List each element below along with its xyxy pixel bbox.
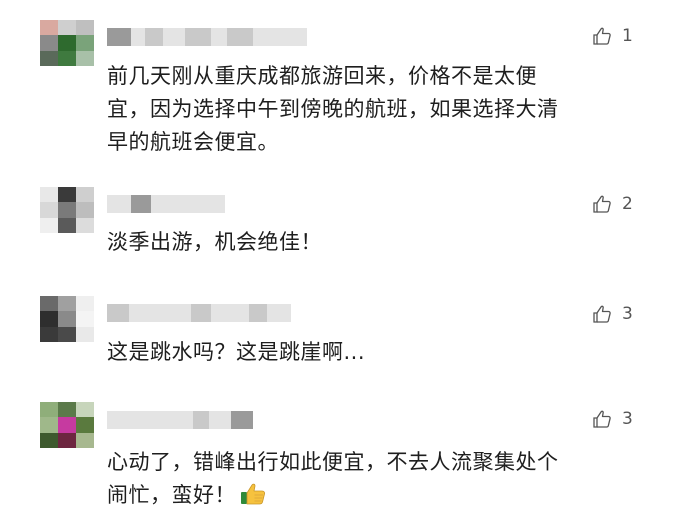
like-count: 3 [622,409,633,429]
avatar-tile [58,187,76,203]
avatar-tile [40,311,58,327]
avatar-tile [40,326,58,342]
avatar-tile [76,432,94,448]
avatar-tile [40,202,58,218]
avatar[interactable] [40,20,94,66]
comment-text: 这是跳水吗？这是跳崖啊... [107,336,627,369]
avatar[interactable] [40,296,94,342]
avatar-tile [76,187,94,203]
avatar-tile [76,202,94,218]
comment-text: 心动了，错峰出行如此便宜，不去人流聚集处个 闹忙，蛮好！ [107,446,627,516]
comment-text: 淡季出游，机会绝佳！ [107,226,627,259]
thumbs-up-icon [592,409,612,429]
like-button[interactable]: 3 [592,302,633,326]
avatar-tile [40,187,58,203]
username-blurred[interactable] [107,192,225,216]
avatar[interactable] [40,187,94,233]
avatar-tile [58,217,76,233]
avatar-tile [40,50,58,66]
comment-line: 宜，因为选择中午到傍晚的航班，如果选择大清 [107,97,559,121]
avatar-tile [40,402,58,418]
avatar-tile [76,417,94,433]
avatar-tile [58,50,76,66]
like-button[interactable]: 2 [592,192,633,216]
avatar[interactable] [40,402,94,448]
comment-text: 前几天刚从重庆成都旅游回来，价格不是太便 宜，因为选择中午到傍晚的航班，如果选择… [107,60,627,159]
username-blurred[interactable] [107,25,307,49]
avatar-tile [40,417,58,433]
comment-line: 早的航班会便宜。 [107,130,279,154]
like-button[interactable]: 3 [592,407,633,431]
comment-line: 淡季出游，机会绝佳！ [107,230,322,254]
avatar-tile [76,217,94,233]
username-blurred[interactable] [107,408,253,432]
avatar-tile [40,296,58,312]
avatar-tile [58,417,76,433]
thumbs-up-icon [592,26,612,46]
thumbs-up-icon [592,304,612,324]
avatar-tile [40,35,58,51]
avatar-tile [58,202,76,218]
thumbs-up-icon [592,194,612,214]
avatar-tile [58,326,76,342]
avatar-tile [58,20,76,36]
like-count: 2 [622,194,633,214]
like-button[interactable]: 1 [592,24,633,48]
avatar-tile [76,35,94,51]
avatar-tile [58,432,76,448]
avatar-tile [40,432,58,448]
comment-line: 这是跳水吗？这是跳崖啊... [107,340,366,364]
avatar-tile [76,326,94,342]
avatar-tile [76,20,94,36]
thumbs-up-emoji-icon [240,482,266,516]
comment-line-with-emoji: 闹忙，蛮好！ [107,479,627,516]
avatar-tile [58,296,76,312]
avatar-tile [58,311,76,327]
avatar-tile [76,402,94,418]
avatar-tile [76,50,94,66]
avatar-tile [76,311,94,327]
comment-line: 心动了，错峰出行如此便宜，不去人流聚集处个 [107,450,559,474]
like-count: 1 [622,26,633,46]
comment-line: 闹忙，蛮好！ [107,483,236,507]
avatar-tile [40,217,58,233]
avatar-tile [58,402,76,418]
like-count: 3 [622,304,633,324]
comment-line: 前几天刚从重庆成都旅游回来，价格不是太便 [107,64,537,88]
avatar-tile [40,20,58,36]
avatar-tile [58,35,76,51]
avatar-tile [76,296,94,312]
username-blurred[interactable] [107,301,291,325]
